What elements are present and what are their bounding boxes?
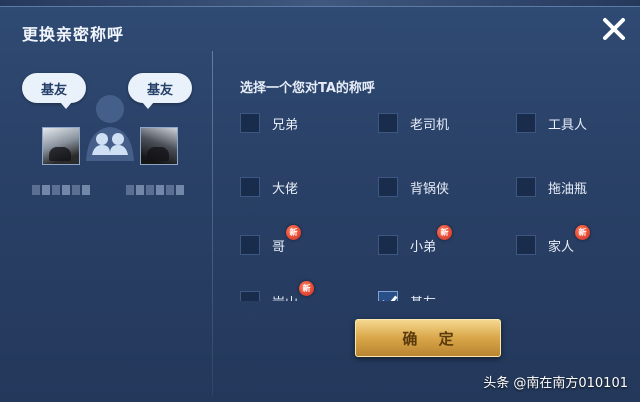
close-icon[interactable] <box>600 15 628 43</box>
option-6[interactable]: 哥新 <box>240 224 302 257</box>
option-0[interactable]: 兄弟 <box>240 111 298 135</box>
checkbox[interactable] <box>516 177 536 197</box>
new-badge: 新 <box>575 224 591 240</box>
option-label: 岩山新 <box>272 280 315 301</box>
checkbox[interactable] <box>378 235 398 255</box>
checkbox[interactable] <box>240 113 260 133</box>
player-avatar-right <box>140 127 178 165</box>
option-1[interactable]: 老司机 <box>378 111 449 135</box>
option-label: 兄弟 <box>272 117 299 133</box>
checkbox-checked[interactable] <box>378 291 398 301</box>
option-7[interactable]: 小弟新 <box>378 224 453 257</box>
checkbox[interactable] <box>516 235 536 255</box>
checkbox[interactable] <box>378 113 398 133</box>
option-label: 拖油瓶 <box>548 181 588 197</box>
option-label: 工具人 <box>548 117 588 133</box>
option-5[interactable]: 拖油瓶 <box>516 175 587 199</box>
option-label: 基友 <box>410 292 436 302</box>
new-badge: 新 <box>299 280 315 296</box>
checkbox[interactable] <box>516 113 536 133</box>
option-label: 大佬 <box>272 181 299 197</box>
blurred-name-left <box>32 185 90 195</box>
selection-prompt: 选择一个您对TA的称呼 <box>240 81 375 96</box>
nickname-options-grid: 兄弟 老司机 工具人 大佬 背锅侠 拖油瓶 哥新 小弟新 家人 新 新 <box>240 111 620 301</box>
option-label: 家人新 <box>548 224 591 255</box>
blurred-name-right <box>126 185 184 195</box>
new-badge: 新 <box>286 224 302 240</box>
option-label: 哥新 <box>272 224 302 255</box>
checkbox[interactable] <box>240 291 260 301</box>
option-3[interactable]: 大佬 <box>240 175 298 199</box>
option-8[interactable]: 家人新 <box>516 224 591 257</box>
left-nickname-bubble: 基友 <box>22 73 86 109</box>
change-nickname-dialog: 更换亲密称呼 基友 基友 选择一个您对TA的称呼 兄弟 老司机 工具人 大佬 背… <box>0 6 640 402</box>
pane-divider <box>212 51 213 396</box>
relationship-preview: 基友 基友 <box>18 57 203 207</box>
watermark: 头条 @南在南方010101 <box>483 376 628 391</box>
intimacy-pair-icon <box>80 89 140 169</box>
option-9[interactable]: 岩山新 <box>240 280 315 301</box>
checkbox[interactable] <box>240 177 260 197</box>
option-4[interactable]: 背锅侠 <box>378 175 449 199</box>
option-2[interactable]: 工具人 <box>516 111 587 135</box>
checkbox[interactable] <box>378 177 398 197</box>
new-badge: 新 <box>437 224 453 240</box>
dialog-title: 更换亲密称呼 <box>22 25 125 44</box>
confirm-button[interactable]: 确 定 <box>355 319 501 357</box>
option-label: 老司机 <box>410 117 450 133</box>
option-label: 背锅侠 <box>410 181 450 197</box>
option-10[interactable]: 基友 <box>378 289 436 301</box>
checkbox[interactable] <box>240 235 260 255</box>
option-label: 小弟新 <box>410 224 453 255</box>
player-avatar-left <box>42 127 80 165</box>
